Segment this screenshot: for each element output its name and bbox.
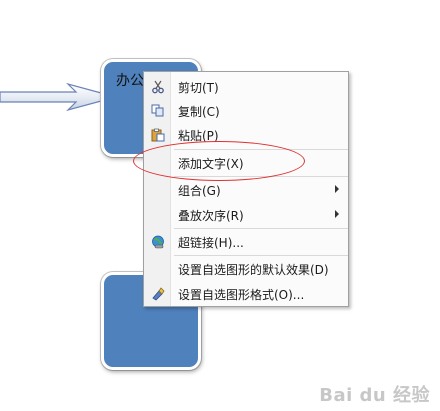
menu-separator: [174, 228, 348, 229]
menu-item-group[interactable]: 组合(G): [145, 178, 347, 202]
format-shape-icon: [145, 282, 171, 306]
copy-icon: [145, 99, 171, 123]
menu-item-label: 复制(C): [178, 105, 220, 119]
shape-text: 办公: [116, 73, 144, 89]
menu-item-label: 粘贴(P): [178, 129, 219, 143]
hyperlink-globe-icon: [145, 230, 171, 254]
menu-item-hyperlink[interactable]: 超链接(H)...: [145, 230, 347, 254]
menu-item-label: 添加文字(X): [178, 157, 244, 171]
submenu-arrow-icon: [335, 210, 339, 218]
menu-item-copy[interactable]: 复制(C): [145, 99, 347, 123]
menu-separator: [174, 255, 348, 256]
watermark-logo: Bai du 经验: [319, 385, 430, 406]
menu-item-label: 设置自选图形格式(O)...: [178, 288, 305, 302]
menu-item-cut[interactable]: 剪切(T): [145, 75, 347, 99]
menu-item-paste[interactable]: 粘贴(P): [145, 123, 347, 147]
menu-item-format-shape[interactable]: 设置自选图形格式(O)...: [145, 282, 347, 306]
menu-item-label: 设置自选图形的默认效果(D): [178, 263, 329, 277]
menu-item-set-default[interactable]: 设置自选图形的默认效果(D): [145, 257, 347, 281]
menu-item-label: 组合(G): [178, 184, 221, 198]
menu-item-label: 剪切(T): [178, 81, 219, 95]
menu-separator: [174, 149, 348, 150]
scissors-icon: [145, 75, 171, 99]
context-menu: 剪切(T) 复制(C) 粘贴(P) 添加文字(X) 组合(G) 叠放次序(R) …: [143, 71, 349, 307]
menu-item-order[interactable]: 叠放次序(R): [145, 203, 347, 227]
paste-icon: [145, 123, 171, 147]
menu-item-add-text[interactable]: 添加文字(X): [145, 151, 347, 175]
document-canvas: 办公 剪切(T) 复制(C) 粘贴(P) 添加文字(X) 组合(G) 叠放次序(…: [0, 0, 440, 411]
menu-item-label: 叠放次序(R): [178, 209, 244, 223]
menu-separator: [174, 176, 348, 177]
menu-item-label: 超链接(H)...: [178, 236, 244, 250]
submenu-arrow-icon: [335, 185, 339, 193]
